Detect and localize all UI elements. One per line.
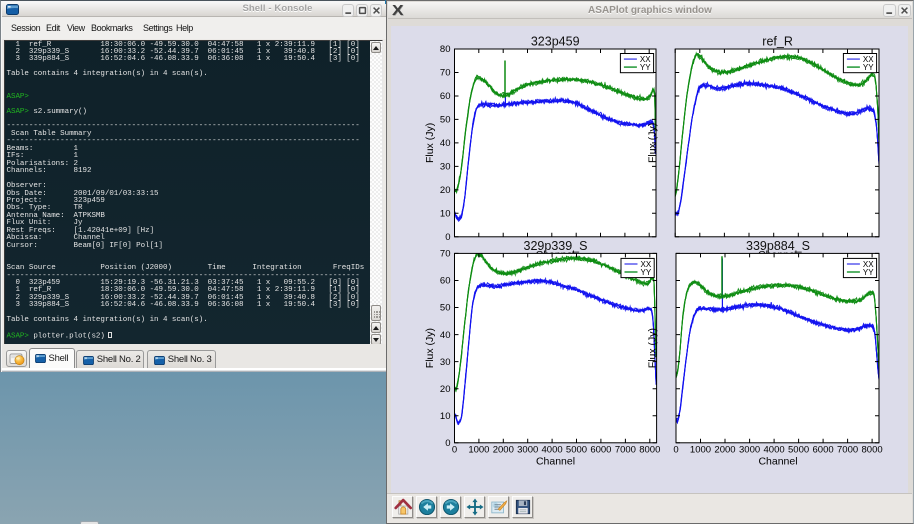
svg-text:1000: 1000 bbox=[468, 445, 489, 456]
svg-text:Flux (Jy): Flux (Jy) bbox=[424, 328, 436, 368]
svg-text:8000: 8000 bbox=[639, 445, 660, 456]
svg-text:0: 0 bbox=[445, 438, 450, 449]
svg-text:40: 40 bbox=[440, 330, 451, 341]
svg-text:70: 70 bbox=[440, 249, 451, 260]
svg-text:50: 50 bbox=[440, 115, 451, 126]
svg-text:3000: 3000 bbox=[739, 445, 760, 456]
svg-text:6000: 6000 bbox=[590, 445, 611, 456]
svg-text:10: 10 bbox=[440, 411, 451, 422]
svg-text:40: 40 bbox=[440, 138, 451, 149]
svg-text:323p459: 323p459 bbox=[531, 35, 580, 49]
svg-text:6000: 6000 bbox=[813, 445, 834, 456]
svg-text:0: 0 bbox=[673, 445, 678, 456]
svg-text:20: 20 bbox=[440, 185, 451, 196]
svg-text:7000: 7000 bbox=[615, 445, 636, 456]
svg-text:YY: YY bbox=[640, 63, 651, 72]
svg-text:7000: 7000 bbox=[837, 445, 858, 456]
svg-text:4000: 4000 bbox=[542, 445, 563, 456]
svg-text:3000: 3000 bbox=[517, 445, 538, 456]
svg-text:5000: 5000 bbox=[566, 445, 587, 456]
svg-text:0: 0 bbox=[445, 232, 450, 243]
svg-text:30: 30 bbox=[440, 162, 451, 173]
svg-text:Flux (Jy): Flux (Jy) bbox=[424, 123, 436, 163]
svg-text:YY: YY bbox=[863, 63, 874, 72]
svg-text:Flux (Jy): Flux (Jy) bbox=[647, 123, 659, 163]
svg-text:20: 20 bbox=[440, 384, 451, 395]
svg-text:YY: YY bbox=[863, 268, 874, 277]
svg-text:YY: YY bbox=[641, 268, 652, 277]
svg-text:70: 70 bbox=[440, 68, 451, 79]
svg-text:10: 10 bbox=[440, 209, 451, 220]
svg-text:60: 60 bbox=[440, 276, 451, 287]
svg-text:Channel: Channel bbox=[536, 456, 575, 468]
svg-text:Flux (Jy): Flux (Jy) bbox=[647, 328, 659, 368]
svg-text:1000: 1000 bbox=[690, 445, 711, 456]
svg-text:339p884_S: 339p884_S bbox=[746, 239, 810, 253]
svg-text:Channel: Channel bbox=[758, 456, 797, 468]
svg-text:ref_R: ref_R bbox=[762, 35, 793, 49]
svg-text:4000: 4000 bbox=[764, 445, 785, 456]
svg-text:8000: 8000 bbox=[862, 445, 883, 456]
svg-text:2000: 2000 bbox=[493, 445, 514, 456]
svg-text:2000: 2000 bbox=[714, 445, 735, 456]
svg-text:5000: 5000 bbox=[788, 445, 809, 456]
svg-text:80: 80 bbox=[440, 44, 451, 55]
svg-text:329p339_S: 329p339_S bbox=[524, 239, 588, 253]
svg-text:0: 0 bbox=[452, 445, 457, 456]
svg-text:30: 30 bbox=[440, 357, 451, 368]
svg-text:60: 60 bbox=[440, 91, 451, 102]
svg-text:50: 50 bbox=[440, 303, 451, 314]
